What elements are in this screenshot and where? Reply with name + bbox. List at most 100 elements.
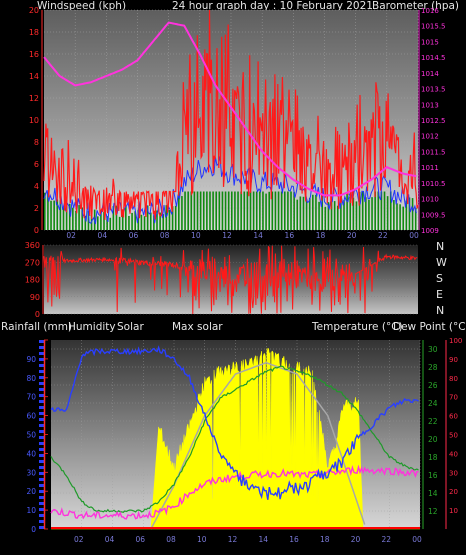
weather-graphs: Windspeed (kph) 24 hour graph day : 10 F…: [0, 0, 466, 555]
baro-tick-label: 1012.5: [421, 117, 446, 125]
humidity-tick-label: 30: [26, 468, 36, 477]
avg-wind-bar: [193, 191, 196, 230]
avg-wind-bar: [274, 191, 277, 230]
avg-wind-bar: [252, 191, 255, 230]
humidity-tick-label: 80: [26, 374, 36, 383]
avg-wind-bar: [184, 191, 186, 230]
avg-wind-bar: [361, 191, 364, 230]
baro-tick-label: 1012: [421, 133, 439, 141]
avg-wind-bar: [268, 191, 270, 230]
avg-wind-bar: [324, 206, 327, 230]
avg-wind-bar: [259, 191, 261, 230]
avg-wind-bar: [149, 212, 152, 230]
solar-tick-label: 50: [449, 432, 458, 440]
avg-wind-bar: [72, 207, 74, 230]
avg-wind-bar: [283, 191, 286, 230]
avg-wind-bar: [190, 191, 193, 230]
wind-tick-label: 16: [29, 50, 39, 59]
avg-wind-bar: [212, 191, 214, 230]
avg-wind-bar: [174, 205, 177, 230]
avg-wind-bar: [312, 194, 314, 230]
avg-wind-bar: [234, 191, 236, 230]
avg-wind-bar: [109, 217, 112, 230]
dir-tick-label: 90: [30, 293, 40, 302]
top-hour-label: 08: [160, 231, 170, 240]
avg-wind-bar: [218, 191, 221, 230]
avg-wind-bar: [371, 197, 373, 230]
humidity-tick-label: 40: [26, 449, 36, 458]
wind-tick-label: 6: [34, 160, 39, 169]
avg-wind-bar: [196, 191, 199, 230]
humidity-tick-label: 60: [26, 412, 36, 421]
avg-wind-bar: [377, 191, 380, 230]
avg-wind-bar: [374, 191, 376, 230]
avg-wind-bar: [209, 191, 211, 230]
avg-wind-bar: [393, 200, 395, 230]
temp-tick-label: 26: [428, 381, 438, 390]
bottom-hour-label: 20: [351, 535, 361, 544]
avg-wind-bar: [224, 191, 227, 230]
temp-tick-label: 18: [428, 453, 438, 462]
avg-wind-bar: [131, 212, 133, 230]
bottom-hour-label: 04: [105, 535, 115, 544]
avg-wind-bar: [227, 191, 230, 230]
humidity-tick-label: 50: [26, 431, 36, 440]
baro-tick-label: 1011: [421, 164, 439, 172]
wind-tick-label: 12: [29, 94, 39, 103]
top-hour-label: 14: [253, 231, 263, 240]
top-hour-label: 10: [191, 231, 201, 240]
wind-tick-label: 18: [29, 28, 39, 37]
avg-wind-bar: [333, 201, 336, 230]
avg-wind-bar: [262, 191, 264, 230]
top-hour-label: 18: [316, 231, 326, 240]
avg-wind-bar: [221, 191, 224, 230]
baro-tick-label: 1016: [421, 7, 439, 15]
bottom-hour-label: 10: [197, 535, 207, 544]
avg-wind-bar: [290, 191, 292, 230]
avg-wind-bar: [50, 200, 52, 230]
solar-tick-label: 80: [449, 375, 458, 383]
bottom-hour-label: 12: [228, 535, 238, 544]
solar-tick-label: 40: [449, 450, 458, 458]
avg-wind-bar: [199, 191, 202, 230]
avg-wind-bar: [249, 191, 252, 230]
bottom-hour-label: 22: [381, 535, 391, 544]
avg-wind-bar: [318, 201, 320, 230]
solar-tick-label: 20: [449, 488, 458, 496]
dir-tick-label: 360: [25, 241, 40, 250]
wind-tick-label: 4: [34, 182, 39, 191]
avg-wind-bar: [383, 191, 386, 230]
avg-wind-bar: [243, 191, 246, 230]
temp-tick-label: 12: [428, 507, 438, 516]
temp-tick-label: 30: [428, 345, 438, 354]
avg-wind-bar: [140, 214, 143, 230]
avg-wind-bar: [302, 196, 305, 230]
humidity-tick-label: 20: [26, 487, 36, 496]
avg-wind-bar: [206, 191, 208, 230]
avg-wind-bar: [168, 209, 171, 230]
wind-tick-label: 2: [34, 204, 39, 213]
avg-wind-bar: [75, 210, 77, 230]
baro-tick-label: 1013: [421, 101, 439, 109]
temp-tick-label: 20: [428, 435, 438, 444]
top-hour-label: 06: [129, 231, 139, 240]
solar-tick-label: 100: [449, 337, 462, 345]
bottom-hour-label: 06: [135, 535, 145, 544]
avg-wind-bar: [336, 205, 339, 230]
humidity-tick-label: 90: [26, 355, 36, 364]
avg-wind-bar: [265, 193, 267, 230]
avg-wind-bar: [78, 205, 80, 230]
baro-tick-label: 1009: [421, 227, 439, 235]
avg-wind-bar: [202, 191, 205, 230]
solar-tick-label: 70: [449, 394, 458, 402]
avg-wind-bar: [411, 198, 414, 230]
avg-wind-bar: [215, 191, 218, 230]
avg-wind-bar: [237, 191, 239, 230]
avg-wind-bar: [96, 216, 99, 230]
avg-wind-bar: [396, 203, 398, 230]
dir-tick-label: 0: [35, 310, 40, 319]
avg-wind-bar: [128, 215, 130, 230]
avg-wind-bar: [255, 191, 258, 230]
temp-tick-label: 14: [428, 489, 438, 498]
wind-tick-label: 8: [34, 138, 39, 147]
